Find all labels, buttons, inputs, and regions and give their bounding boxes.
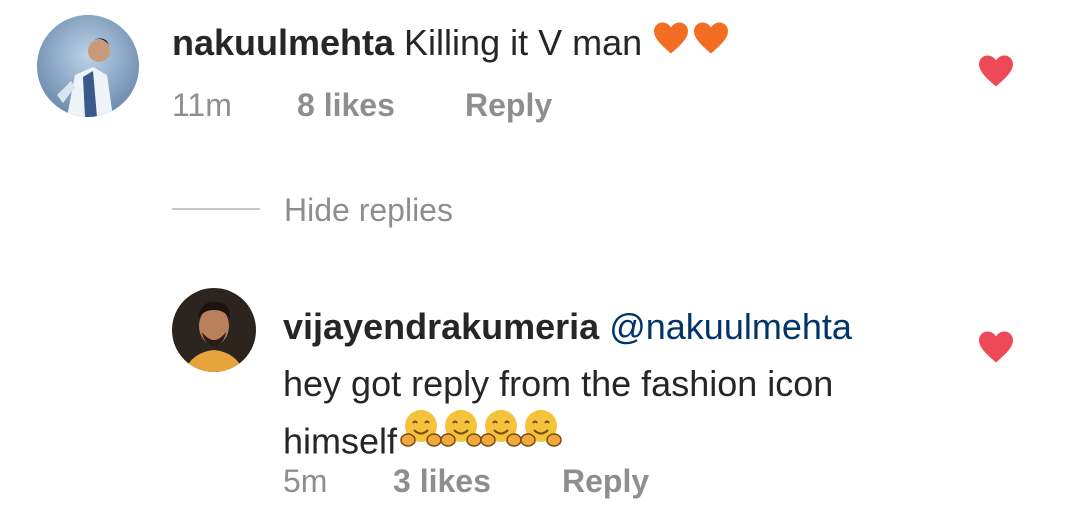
- reply-button[interactable]: Reply: [465, 87, 552, 124]
- likes-count-link[interactable]: 3 likes: [393, 463, 562, 500]
- avatar[interactable]: [172, 288, 256, 372]
- reply-meta: 5m 3 likes Reply: [283, 463, 649, 500]
- orange-heart-icon: [654, 22, 689, 54]
- reply-username[interactable]: vijayendrakumeria: [283, 306, 599, 347]
- comment-username[interactable]: nakuulmehta: [172, 22, 394, 63]
- hide-replies-divider: [172, 208, 260, 210]
- comment-text: Killing it V man: [404, 22, 643, 63]
- heart-icon: [979, 331, 1013, 363]
- like-button[interactable]: [977, 54, 1015, 88]
- hugging-face-emoji: [517, 406, 565, 454]
- reply-line-1: vijayendrakumeria @nakuulmehta: [283, 298, 963, 355]
- comment-meta: 11m 8 likes Reply: [172, 87, 552, 124]
- mention-link[interactable]: @nakuulmehta: [609, 306, 852, 347]
- comment-time: 11m: [172, 87, 232, 123]
- hide-replies-button[interactable]: Hide replies: [284, 192, 453, 229]
- emoji-group: [652, 21, 732, 64]
- reply-time: 5m: [283, 463, 328, 499]
- reply-text: hey got reply from the fashion icon: [283, 363, 834, 404]
- reply-button[interactable]: Reply: [562, 463, 649, 500]
- emoji-group: [397, 406, 562, 470]
- heart-icon: [979, 55, 1013, 87]
- reply-comment: vijayendrakumeria @nakuulmehta hey got r…: [283, 298, 963, 476]
- like-button[interactable]: [977, 330, 1015, 364]
- comment-line: nakuulmehta Killing it V man: [172, 22, 732, 67]
- orange-heart-icon: [694, 22, 729, 54]
- likes-count-link[interactable]: 8 likes: [297, 87, 465, 124]
- avatar[interactable]: [37, 15, 139, 117]
- reply-text-end: himself: [283, 420, 398, 462]
